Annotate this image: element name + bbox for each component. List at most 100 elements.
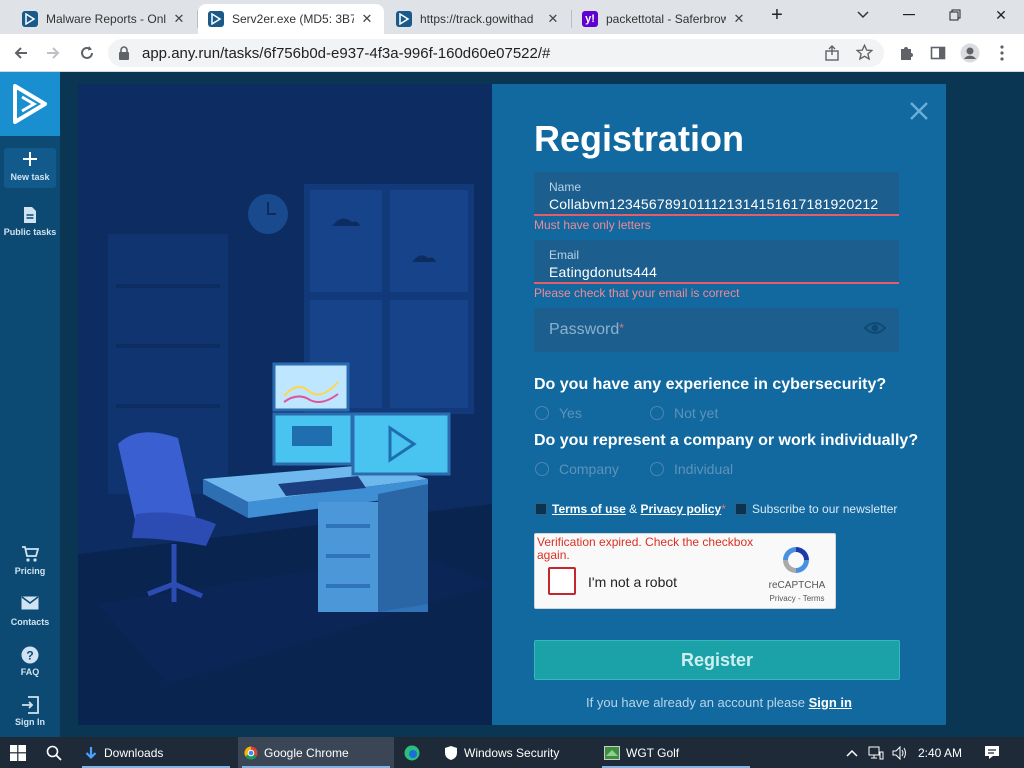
- forward-arrow-icon[interactable]: [40, 40, 66, 66]
- tray-overflow-chevron-up-icon[interactable]: [840, 737, 860, 768]
- taskbar-chrome[interactable]: Google Chrome: [238, 737, 394, 768]
- sign-in-button[interactable]: Sign In: [0, 696, 60, 727]
- windows-taskbar: Downloads Google Chrome Windows Security…: [0, 737, 1024, 768]
- sign-in-label: Sign In: [15, 717, 45, 727]
- contacts-button[interactable]: Contacts: [0, 596, 60, 627]
- recaptcha-logo-icon: [780, 544, 812, 579]
- public-tasks-button[interactable]: Public tasks: [0, 206, 60, 237]
- anyrun-favicon-icon: [396, 11, 412, 27]
- show-password-eye-icon[interactable]: [863, 320, 887, 339]
- contacts-label: Contacts: [10, 617, 50, 627]
- recaptcha-brand: reCAPTCHA: [768, 580, 826, 591]
- close-modal-icon[interactable]: [908, 100, 930, 122]
- tab-search-chevron-down-icon[interactable]: [840, 0, 886, 30]
- recaptcha-widget: Verification expired. Check the checkbox…: [534, 533, 836, 609]
- browser-tab[interactable]: y! packettotal - Saferbrow ✕: [572, 4, 756, 34]
- taskbar-edge[interactable]: [398, 737, 432, 768]
- recaptcha-privacy-terms[interactable]: Privacy - Terms: [761, 594, 833, 603]
- privacy-policy-link[interactable]: Privacy policy: [641, 502, 722, 516]
- captcha-label: I'm not a robot: [588, 574, 678, 590]
- close-tab-icon[interactable]: ✕: [546, 11, 560, 27]
- pricing-label: Pricing: [14, 566, 46, 576]
- register-button[interactable]: Register: [534, 640, 900, 680]
- share-icon[interactable]: [824, 45, 840, 64]
- tab-title: packettotal - Saferbrow: [606, 12, 726, 26]
- anyrun-logo-icon[interactable]: [0, 72, 60, 136]
- radio-individual[interactable]: Individual: [650, 461, 733, 477]
- terms-of-use-link[interactable]: Terms of use: [552, 502, 626, 516]
- registration-title: Registration: [534, 118, 745, 159]
- browser-tab-strip: Malware Reports - Onl ✕ Serv2er.exe (MD5…: [0, 0, 1024, 34]
- back-arrow-icon[interactable]: [8, 40, 34, 66]
- name-error: Must have only letters: [534, 218, 651, 232]
- edge-icon: [404, 745, 420, 761]
- close-tab-icon[interactable]: ✕: [360, 11, 374, 27]
- company-question: Do you represent a company or work indiv…: [534, 432, 919, 449]
- newsletter-checkbox[interactable]: [735, 503, 747, 515]
- radio-not-yet[interactable]: Not yet: [650, 405, 718, 421]
- newsletter-label: Subscribe to our newsletter: [752, 502, 898, 516]
- name-input[interactable]: Collabvm12345678910111213141516171819202…: [549, 196, 899, 212]
- plus-icon: [4, 151, 56, 169]
- browser-tab[interactable]: https://track.gowithad ✕: [386, 4, 570, 34]
- close-window-icon[interactable]: ✕: [978, 0, 1024, 30]
- notification-center-icon[interactable]: [978, 737, 1008, 768]
- url-text: app.any.run/tasks/6f756b0d-e937-4f3a-996…: [142, 45, 551, 62]
- radio-company[interactable]: Company: [535, 461, 619, 477]
- bookmark-star-icon[interactable]: [855, 43, 874, 64]
- name-label: Name: [549, 180, 582, 194]
- anyrun-favicon-icon: [208, 11, 224, 27]
- experience-question: Do you have any experience in cybersecur…: [534, 376, 887, 393]
- restore-icon[interactable]: [932, 0, 978, 30]
- extensions-puzzle-icon[interactable]: [893, 40, 919, 66]
- network-icon[interactable]: [862, 737, 886, 768]
- close-tab-icon[interactable]: ✕: [732, 11, 746, 27]
- minimize-icon[interactable]: [886, 0, 932, 30]
- profile-avatar-icon[interactable]: [957, 40, 983, 66]
- windows-start-icon[interactable]: [4, 737, 40, 768]
- download-arrow-icon: [84, 746, 98, 760]
- tab-title: Malware Reports - Onl: [46, 12, 166, 26]
- password-field[interactable]: Password*: [534, 308, 899, 352]
- captcha-checkbox[interactable]: [548, 567, 576, 595]
- captcha-expired-message: Verification expired. Check the checkbox…: [537, 535, 754, 562]
- office-desk-illustration: [78, 84, 492, 725]
- registration-illustration: [78, 84, 492, 725]
- mail-icon: [0, 596, 60, 614]
- new-tab-button[interactable]: +: [760, 0, 794, 30]
- search-icon[interactable]: [40, 737, 74, 768]
- public-tasks-label: Public tasks: [3, 227, 57, 237]
- menu-kebab-icon[interactable]: [989, 40, 1015, 66]
- login-icon: [0, 696, 60, 714]
- new-task-button[interactable]: New task: [4, 148, 56, 188]
- pricing-button[interactable]: Pricing: [0, 545, 60, 576]
- volume-icon[interactable]: [886, 737, 910, 768]
- sign-in-link[interactable]: Sign in: [809, 695, 852, 710]
- signin-prompt: If you have already an account please Si…: [586, 695, 852, 710]
- email-field[interactable]: Email Eatingdonuts444: [534, 240, 899, 284]
- reload-icon[interactable]: [74, 40, 100, 66]
- name-field[interactable]: Name Collabvm123456789101112131415161718…: [534, 172, 899, 216]
- email-error: Please check that your email is correct: [534, 286, 740, 300]
- side-panel-icon[interactable]: [925, 40, 951, 66]
- terms-checkbox[interactable]: [535, 503, 547, 515]
- golf-app-icon: [604, 745, 620, 760]
- address-bar[interactable]: app.any.run/tasks/6f756b0d-e937-4f3a-996…: [108, 39, 884, 67]
- radio-circle: [535, 462, 549, 476]
- taskbar-downloads[interactable]: Downloads: [78, 737, 234, 768]
- yahoo-favicon-icon: y!: [582, 11, 598, 27]
- taskbar-windows-security[interactable]: Windows Security: [438, 737, 594, 768]
- close-tab-icon[interactable]: ✕: [172, 11, 186, 27]
- anyrun-favicon-icon: [22, 11, 38, 27]
- lock-icon: [118, 46, 130, 63]
- app-sidebar: New task Public tasks Pricing Contacts ?…: [0, 72, 60, 737]
- email-input[interactable]: Eatingdonuts444: [549, 264, 899, 280]
- browser-tab-active[interactable]: Serv2er.exe (MD5: 3B7 ✕: [198, 4, 384, 34]
- taskbar-clock[interactable]: 2:40 AM: [912, 737, 968, 768]
- radio-yes[interactable]: Yes: [535, 405, 582, 421]
- taskbar-wgt-golf[interactable]: WGT Golf: [598, 737, 754, 768]
- cart-icon: [0, 545, 60, 563]
- terms-text: Terms of use & Privacy policy*: [552, 502, 726, 516]
- faq-button[interactable]: ? FAQ: [0, 646, 60, 677]
- browser-tab[interactable]: Malware Reports - Onl ✕: [12, 4, 196, 34]
